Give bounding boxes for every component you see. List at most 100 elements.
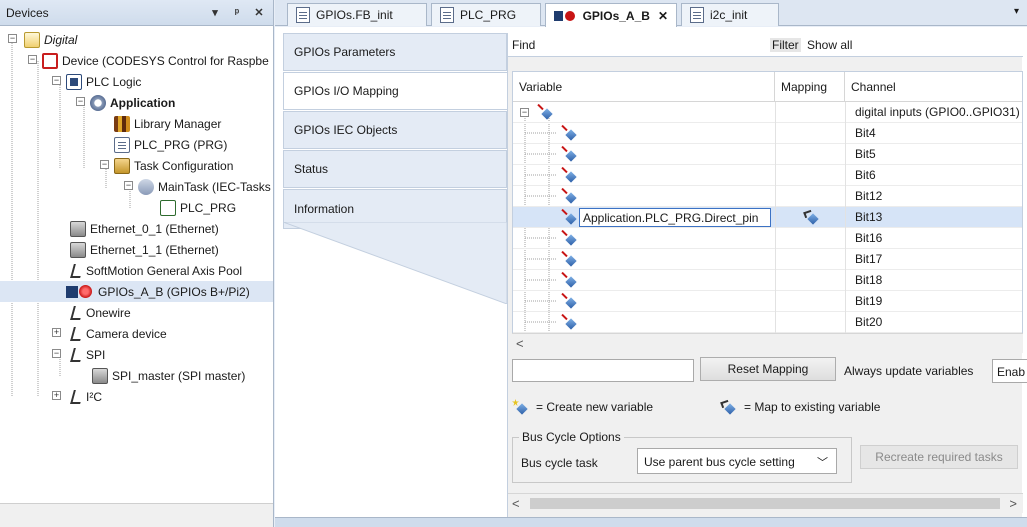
devices-panel-header: Devices ▾ ᵖ ✕ — [0, 0, 273, 26]
channel-cell: Bit18 — [855, 273, 883, 287]
tree-item-camera-device[interactable]: + Camera device — [52, 323, 167, 344]
always-update-select[interactable]: Enab — [992, 359, 1027, 383]
fb-icon — [296, 7, 310, 23]
collapse-icon[interactable]: − — [28, 55, 37, 64]
tree-item-onewire[interactable]: Onewire — [70, 302, 131, 323]
tree-item-label: Application — [110, 95, 176, 110]
side-tab-status[interactable]: Status — [283, 150, 507, 188]
table-row[interactable]: Bit17 — [513, 249, 1022, 270]
scroll-right-icon[interactable]: > — [1009, 496, 1017, 511]
tree-item-application[interactable]: − Application — [76, 92, 175, 113]
side-tab-gpios-iec-objects[interactable]: GPIOs IEC Objects — [283, 111, 507, 149]
bus-cycle-task-value: Use parent bus cycle setting — [644, 455, 795, 469]
scroll-left-icon[interactable]: < — [512, 496, 520, 511]
content-horizontal-scrollbar[interactable]: < > — [508, 493, 1023, 513]
pin-icon[interactable]: ᵖ — [229, 7, 245, 19]
collapse-icon[interactable]: − — [76, 97, 85, 106]
table-row[interactable]: Bit18 — [513, 270, 1022, 291]
gpio-icon — [554, 8, 577, 24]
panel-menu-icon[interactable]: ▾ — [207, 6, 223, 19]
recreate-tasks-button[interactable]: Recreate required tasks — [860, 445, 1018, 469]
devices-panel-title: Devices — [6, 5, 49, 20]
channel-cell: Bit13 — [855, 210, 883, 224]
column-header-mapping[interactable]: Mapping — [775, 72, 845, 102]
document-icon — [690, 7, 704, 23]
find-filter-bar: Find Filter Show all — [508, 33, 1023, 57]
side-tab-gpios-io-mapping[interactable]: GPIOs I/O Mapping — [283, 72, 507, 110]
column-header-variable[interactable]: Variable — [513, 72, 775, 102]
scrollbar-thumb[interactable] — [530, 498, 1000, 509]
table-row[interactable]: Bit19 — [513, 291, 1022, 312]
variable-edit-field[interactable]: Application.PLC_PRG.Direct_pin — [579, 208, 771, 227]
find-input[interactable] — [542, 35, 764, 55]
filter-select[interactable]: Show all — [807, 38, 852, 52]
table-row[interactable]: Bit12 — [513, 186, 1022, 207]
tab-plc-prg[interactable]: PLC_PRG — [431, 3, 541, 26]
collapse-icon[interactable]: − — [100, 160, 109, 169]
bus-cycle-task-select[interactable]: Use parent bus cycle setting ﹀ — [637, 448, 837, 474]
program-icon — [114, 136, 130, 153]
tree-item-task-configuration[interactable]: − Task Configuration — [100, 155, 233, 176]
spi-icon — [70, 347, 82, 363]
tree-item-ethernet-0[interactable]: Ethernet_0_1 (Ethernet) — [70, 218, 219, 239]
tab-i2c-init[interactable]: i2c_init — [681, 3, 779, 26]
tree-item-softmotion[interactable]: SoftMotion General Axis Pool — [70, 260, 242, 281]
ethernet-icon — [70, 220, 86, 237]
variable-icon — [561, 188, 577, 204]
scroll-left-icon[interactable]: < — [516, 336, 524, 351]
table-row[interactable]: Bit6 — [513, 165, 1022, 186]
collapse-icon[interactable]: − — [124, 181, 133, 190]
collapse-icon[interactable]: − — [520, 108, 529, 117]
devices-panel: Devices ▾ ᵖ ✕ − Digital − Device (CODESY… — [0, 0, 274, 527]
collapse-icon[interactable]: − — [8, 34, 17, 43]
tab-overflow-icon[interactable]: ▾ — [1014, 6, 1019, 17]
tree-item-spi-master[interactable]: SPI_master (SPI master) — [92, 365, 245, 386]
side-tab-gpios-parameters[interactable]: GPIOs Parameters — [283, 33, 507, 71]
channel-cell: Bit6 — [855, 168, 876, 182]
tree-item-spi[interactable]: − SPI — [52, 344, 105, 365]
table-row[interactable]: Bit20 — [513, 312, 1022, 333]
tree-item-plc-prg[interactable]: PLC_PRG (PRG) — [114, 134, 227, 155]
grid-horizontal-scrollbar[interactable]: < — [512, 333, 1023, 353]
legend-map-label: = Map to existing variable — [744, 400, 881, 414]
table-row-selected[interactable]: Application.PLC_PRG.Direct_pin Bit13 — [513, 207, 1022, 228]
devices-horizontal-scrollbar[interactable] — [0, 503, 273, 527]
close-tab-icon[interactable]: ✕ — [658, 9, 668, 23]
expand-icon[interactable]: + — [52, 328, 61, 337]
device-tree: − Digital − Device (CODESYS Control for … — [0, 27, 273, 497]
tab-gpios-fb-init[interactable]: GPIOs.FB_init — [287, 3, 427, 26]
tab-gpios-a-b[interactable]: GPIOs_A_B ✕ — [545, 3, 677, 27]
reset-mapping-button[interactable]: Reset Mapping — [700, 357, 836, 381]
column-header-channel[interactable]: Channel — [845, 72, 1022, 102]
tree-item-library-manager[interactable]: Library Manager — [114, 113, 221, 134]
tree-item-label: SPI_master (SPI master) — [112, 368, 246, 383]
tree-item-ethernet-1[interactable]: Ethernet_1_1 (Ethernet) — [70, 239, 219, 260]
legend-create-new: = Create new variable — [512, 399, 653, 415]
application-icon — [90, 94, 106, 111]
table-row[interactable]: Bit4 — [513, 123, 1022, 144]
collapse-icon[interactable]: − — [52, 76, 61, 85]
close-panel-icon[interactable]: ✕ — [251, 6, 267, 19]
plc-logic-icon — [66, 73, 82, 90]
program-call-icon — [160, 199, 176, 216]
channel-cell: digital inputs (GPIO0..GPIO31) — [855, 105, 1020, 119]
i2c-icon — [70, 389, 82, 405]
mapping-text-input[interactable] — [512, 359, 694, 382]
tree-item-label: Device (CODESYS Control for Raspbe — [62, 53, 269, 68]
variable-icon — [561, 272, 577, 288]
device-icon — [42, 52, 58, 69]
expand-icon[interactable]: + — [52, 391, 61, 400]
tree-item-label: Library Manager — [134, 116, 222, 131]
table-row[interactable]: − digital inputs (GPIO0..GPIO31) — [513, 102, 1022, 123]
tree-item-gpios-a-b[interactable]: GPIOs_A_B (GPIOs B+/Pi2) — [66, 281, 250, 302]
tree-item-plc-logic[interactable]: − PLC Logic — [52, 71, 141, 92]
tree-item-device[interactable]: − Device (CODESYS Control for Raspbe — [28, 50, 269, 71]
tree-item-i2c[interactable]: + I²C — [52, 386, 102, 407]
tree-item-plc-prg-call[interactable]: PLC_PRG — [160, 197, 236, 218]
collapse-icon[interactable]: − — [52, 349, 61, 358]
bus-cycle-options-group: Bus Cycle Options Bus cycle task Use par… — [512, 430, 852, 483]
table-row[interactable]: Bit5 — [513, 144, 1022, 165]
tree-item-maintask[interactable]: − MainTask (IEC-Tasks — [124, 176, 271, 197]
tree-item-digital[interactable]: − Digital — [4, 29, 77, 50]
table-row[interactable]: Bit16 — [513, 228, 1022, 249]
